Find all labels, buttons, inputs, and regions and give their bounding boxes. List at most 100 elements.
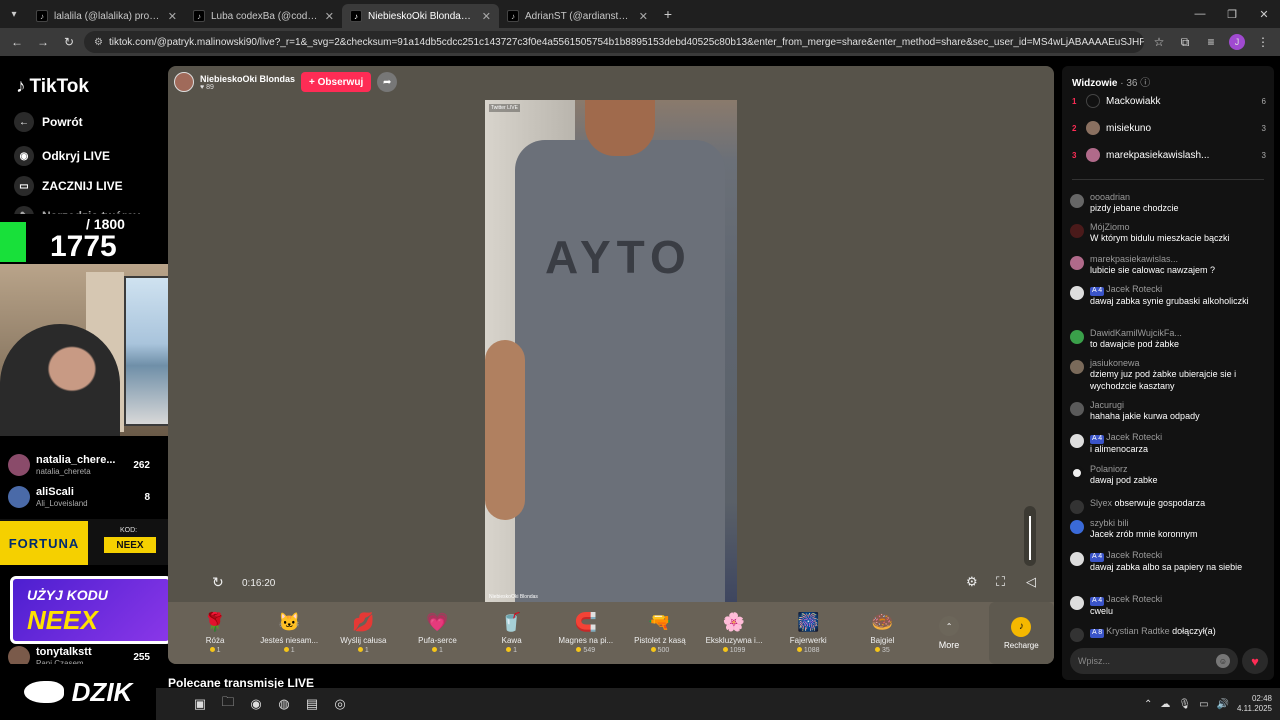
gift-item[interactable]: 🥤 Kawa 1	[475, 602, 549, 664]
more-gifts-button[interactable]: ⌃ More	[919, 602, 978, 664]
close-tab-icon[interactable]: ✕	[168, 10, 177, 23]
volume-slider[interactable]	[1024, 506, 1036, 566]
recharge-button[interactable]: ♪ Recharge	[988, 602, 1054, 664]
settings-gear-icon[interactable]: ⚙	[966, 574, 978, 590]
tiktok-logo[interactable]: ♪ TikTok	[16, 76, 89, 98]
gift-item[interactable]: 🔫 Pistolet z kasą 500	[623, 602, 697, 664]
gift-item[interactable]: 💗 Pufa-serce 1	[400, 602, 474, 664]
avatar	[1070, 402, 1084, 416]
close-tab-icon[interactable]: ✕	[639, 10, 648, 23]
follow-button[interactable]: + Obserwuj	[301, 72, 372, 92]
site-info-icon[interactable]: ⚙	[94, 37, 103, 48]
creator-list-item[interactable]: natalia_chere... natalia_chereta 262	[8, 450, 158, 480]
discord-icon[interactable]: ◍	[270, 690, 298, 718]
chat-message[interactable]: A 4 Jacek Rotecki cwelu	[1070, 594, 1266, 617]
chat-message[interactable]: MójZiomo W którym bidulu mieszkacie bączk…	[1070, 222, 1266, 245]
chat-message[interactable]: Slyex obserwuje gospodarza	[1070, 498, 1266, 514]
refresh-icon[interactable]: ↻	[212, 574, 224, 591]
level-badge: A 4	[1090, 435, 1105, 444]
tray-chevron-icon[interactable]: ⌃	[1144, 699, 1152, 710]
chat-input[interactable]: Wpisz... ☺	[1070, 648, 1238, 674]
share-icon[interactable]: ➦	[377, 72, 398, 92]
volume-tray-icon[interactable]: 🔊	[1217, 699, 1229, 710]
clock[interactable]: 02:48 4.11.2025	[1237, 694, 1272, 715]
media-icon[interactable]: ≡	[1200, 31, 1222, 53]
bookmark-star-icon[interactable]: ☆	[1148, 31, 1170, 53]
avatar	[1070, 194, 1084, 208]
gift-item[interactable]: 🎆 Fajerwerki 1088	[771, 602, 845, 664]
profile-avatar[interactable]: J	[1226, 31, 1248, 53]
reload-icon[interactable]: ↻	[58, 31, 80, 53]
browser-tab-active[interactable]: ♪ NiebieskoOki Blondas (@p... ✕	[342, 4, 499, 28]
browser-tab[interactable]: ♪ Luba codexBa (@codexba369) ... ✕	[185, 4, 342, 28]
fullscreen-icon[interactable]: ⛶	[996, 574, 1005, 590]
browser-menu-icon[interactable]: ⋮	[1252, 31, 1274, 53]
new-tab-icon[interactable]: +	[656, 6, 680, 22]
chat-message[interactable]: A 4 Jacek Rotecki dawaj zabka albo sa papi…	[1070, 550, 1266, 573]
gift-item[interactable]: 💋 Wyślij całusa 1	[326, 602, 400, 664]
avatar	[8, 454, 30, 476]
join-message[interactable]: A 8 Krystian Radtke dołączył(a)	[1070, 626, 1266, 642]
tab-title: Luba codexBa (@codexba369) ...	[211, 10, 319, 22]
app-icon[interactable]: ▤	[298, 690, 326, 718]
chat-message[interactable]: A 4 Jacek Rotecki dawaj zabka synie grubas…	[1070, 284, 1266, 307]
back-arrow-icon: ←	[14, 112, 34, 132]
live-video[interactable]: AYTO Twitter LIVE NiebieskoOki Blondas	[485, 100, 737, 602]
emoji-icon[interactable]: ☺	[1216, 654, 1230, 668]
top-viewer-row[interactable]: 2 misiekuno 3	[1072, 117, 1266, 139]
avatar	[1070, 360, 1084, 374]
discover-live-link[interactable]: ◉ Odkryj LIVE	[14, 146, 110, 166]
chat-message[interactable]: DawidKamilWujcikFa... to dawajcie pod żab…	[1070, 328, 1266, 351]
viewers-header[interactable]: Widzowie · 36 ⓘ	[1072, 74, 1150, 89]
video-neck	[585, 100, 655, 156]
chrome-icon[interactable]: ◉	[242, 690, 270, 718]
tab-search-icon[interactable]: ▾	[0, 0, 28, 28]
video-watermark: Twitter LIVE	[489, 104, 520, 112]
chat-message[interactable]: oooadrian pizdy jebane chodzcie	[1070, 192, 1266, 215]
chat-message[interactable]: szybki bili Jacek zrób mnie koronnym	[1070, 518, 1266, 541]
avatar	[1070, 224, 1084, 238]
obs-icon[interactable]: ◎	[326, 690, 354, 718]
close-tab-icon[interactable]: ✕	[482, 10, 491, 23]
url-field[interactable]: ⚙ tiktok.com/@patryk.malinowski90/live?_r…	[84, 31, 1144, 53]
start-live-link[interactable]: ▭ ZACZNIJ LIVE	[14, 176, 123, 196]
task-view-icon[interactable]: ▣	[186, 690, 214, 718]
browser-tab[interactable]: ♪ lalalila (@lalalika) prowadzi LIVE ✕	[28, 4, 185, 28]
gift-item[interactable]: 🌸 Ekskluzywna i... 1099	[697, 602, 771, 664]
join-icon	[1070, 628, 1084, 642]
chat-message[interactable]: Jacurugi hahaha jakie kurwa odpady	[1070, 400, 1266, 423]
avatar	[1070, 256, 1084, 270]
avatar	[8, 486, 30, 508]
chat-message[interactable]: marekpasiekawislas... lubicie sie calowac…	[1070, 254, 1266, 277]
top-viewer-row[interactable]: 1 Mackowiakk 6	[1072, 90, 1266, 112]
chat-message[interactable]: A 4 Jacek Rotecki i alimenocarza	[1070, 432, 1266, 455]
back-icon[interactable]: ←	[6, 31, 28, 53]
back-link[interactable]: ← Powrót	[14, 112, 83, 132]
creator-list-item[interactable]: aliScali Ali_Loveisland 8	[8, 482, 158, 512]
browser-tab[interactable]: ♪ AdrianST (@ardianstx) prowadzi... ✕	[499, 4, 656, 28]
host-name[interactable]: NiebieskoOki Blondas	[200, 74, 295, 84]
gift-item[interactable]: 🐱 Jesteś niesam... 1	[252, 602, 326, 664]
close-tab-icon[interactable]: ✕	[325, 10, 334, 23]
top-viewer-row[interactable]: 3 marekpasiekawislash... 3	[1072, 144, 1266, 166]
extensions-icon[interactable]: ⧉	[1174, 31, 1196, 53]
chat-message[interactable]: jasiukonewa dziemy juz pod żabke ubierajc…	[1070, 358, 1266, 392]
close-window-icon[interactable]: ✕	[1248, 0, 1280, 28]
mic-icon[interactable]: 🎙	[1178, 699, 1191, 710]
forward-icon[interactable]: →	[32, 31, 54, 53]
minimize-icon[interactable]: —	[1184, 0, 1216, 28]
cloud-icon[interactable]: ☁	[1160, 699, 1170, 710]
cat-icon: 🐱	[278, 612, 301, 632]
gift-item[interactable]: 🧲 Magnes na pi... 549	[549, 602, 623, 664]
host-avatar[interactable]	[174, 72, 194, 92]
info-icon: ⓘ	[1140, 78, 1151, 89]
maximize-icon[interactable]: ❐	[1216, 0, 1248, 28]
chat-message[interactable]: Polaniorz dawaj pod zabke	[1070, 464, 1266, 487]
gift-item[interactable]: 🍩 Bajgiel 35	[845, 602, 919, 664]
dzik-logo: DZIK	[0, 664, 156, 720]
network-icon[interactable]: ▭	[1199, 699, 1208, 710]
gift-item[interactable]: 🌹 Róża 1	[178, 602, 252, 664]
file-explorer-icon[interactable]: 🗀	[214, 690, 242, 718]
volume-icon[interactable]: ◁	[1026, 574, 1036, 590]
like-heart-icon[interactable]: ♥	[1242, 648, 1268, 674]
